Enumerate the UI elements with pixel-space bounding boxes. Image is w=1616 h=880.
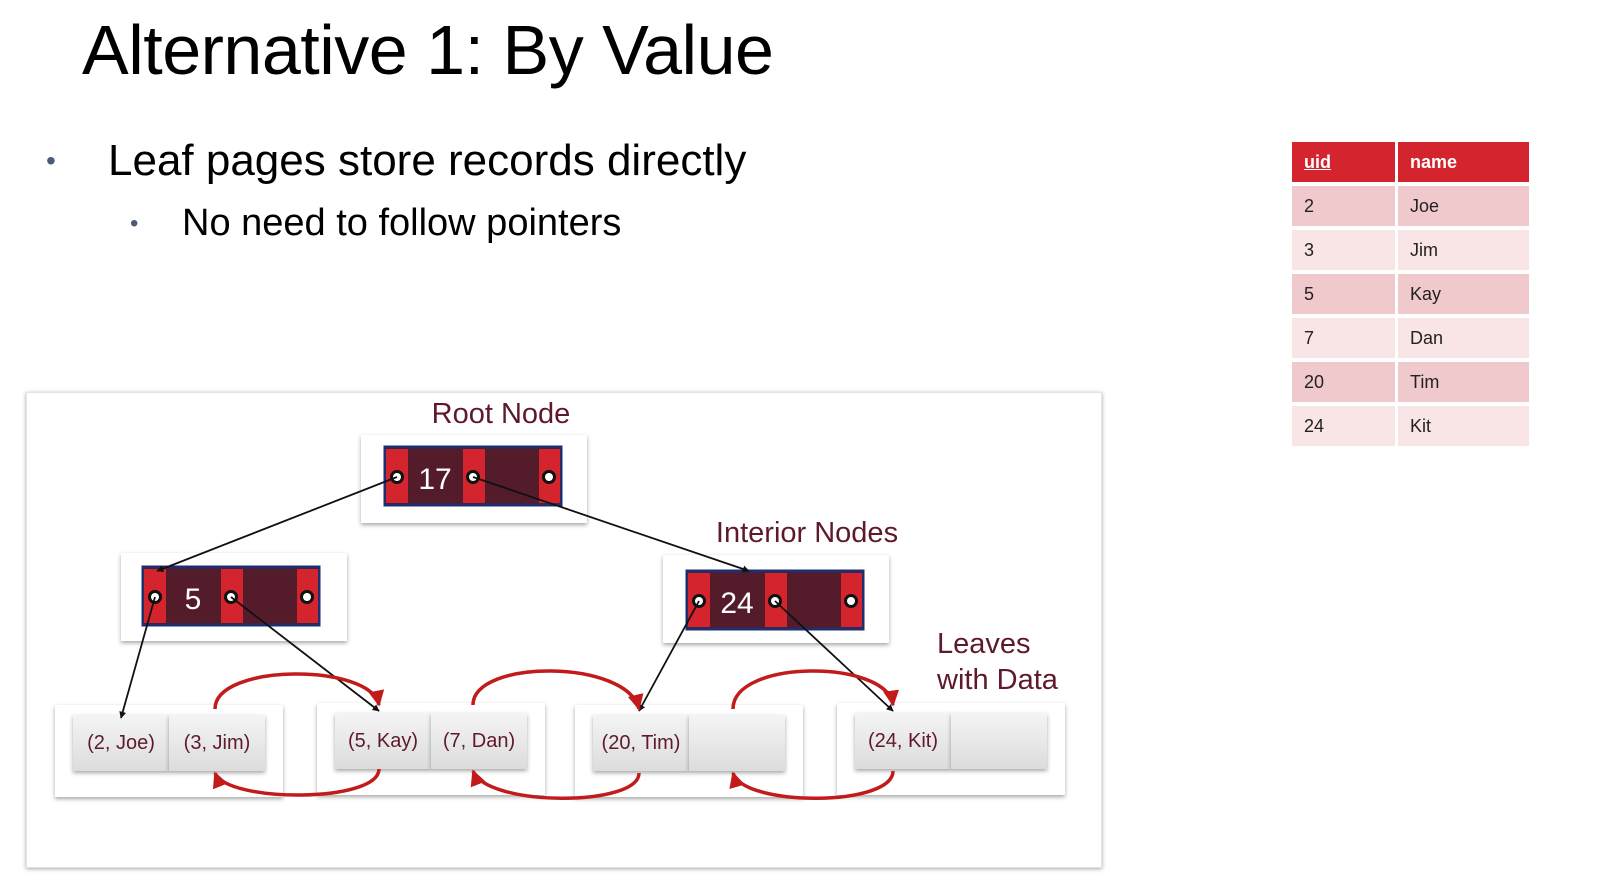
leaf-page: (2, Joe) (3, Jim)	[55, 705, 283, 797]
pointer-icon	[542, 470, 556, 484]
root-node: 17	[383, 445, 563, 507]
interior-node-left: 5	[141, 565, 321, 627]
root-node-label: Root Node	[432, 398, 571, 430]
btree-diagram-panel: Root Node Interior Nodes Leaves with Dat…	[26, 392, 1102, 868]
table-header-row: uid name	[1292, 142, 1529, 182]
cell-uid: 3	[1292, 226, 1395, 270]
cell-name: Tim	[1395, 358, 1529, 402]
table-row: 2 Joe	[1292, 182, 1529, 226]
pointer-arrow	[472, 476, 750, 573]
slide-title: Alternative 1: By Value	[82, 11, 774, 89]
btree-diagram: Root Node Interior Nodes Leaves with Dat…	[55, 398, 1065, 800]
cell-name: Dan	[1395, 314, 1529, 358]
table-row: 3 Jim	[1292, 226, 1529, 270]
table-row: 24 Kit	[1292, 402, 1529, 446]
table-row: 5 Kay	[1292, 270, 1529, 314]
cell-uid: 5	[1292, 270, 1395, 314]
pointer-icon	[300, 590, 314, 604]
leaf-page: (5, Kay) (7, Dan)	[317, 703, 545, 795]
leaf-record: (20, Tim)	[602, 732, 681, 754]
pointer-icon	[844, 594, 858, 608]
leaf-page: (24, Kit)	[837, 703, 1065, 795]
leaf-record: (24, Kit)	[868, 730, 938, 752]
bullet-marker: •	[46, 145, 56, 176]
cell-uid: 24	[1292, 402, 1395, 446]
cell-name: Kay	[1395, 270, 1529, 314]
leaves-label-line2: with Data	[936, 664, 1059, 696]
bullet-text: No need to follow pointers	[182, 202, 622, 244]
leaves-label-line1: Leaves	[937, 628, 1031, 660]
cell-name: Joe	[1395, 182, 1529, 226]
bullet-text: Leaf pages store records directly	[108, 136, 747, 185]
leaf-record: (3, Jim)	[184, 732, 251, 754]
sub-bullet-no-pointers: • No need to follow pointers	[130, 202, 621, 245]
interior-key-right: 24	[720, 587, 753, 620]
cell-name: Kit	[1395, 402, 1529, 446]
cell-name: Jim	[1395, 226, 1529, 270]
interior-node-right: 24	[685, 569, 865, 631]
table-row: 20 Tim	[1292, 358, 1529, 402]
leaf-record: (2, Joe)	[87, 732, 155, 754]
column-header-uid: uid	[1292, 142, 1395, 182]
bullet-marker: •	[130, 209, 139, 237]
leaf-page: (20, Tim)	[575, 705, 803, 797]
leaf-record: (7, Dan)	[443, 730, 515, 752]
pointer-icon	[148, 590, 162, 604]
bullet-leaf-pages: • Leaf pages store records directly	[46, 136, 746, 186]
cell-uid: 7	[1292, 314, 1395, 358]
column-header-name: name	[1395, 142, 1529, 182]
leaf-record: (5, Kay)	[348, 730, 418, 752]
cell-uid: 20	[1292, 358, 1395, 402]
cell-uid: 2	[1292, 182, 1395, 226]
users-table: uid name 2 Joe 3 Jim 5 Kay 7 Dan 20 Tim …	[1292, 142, 1529, 446]
root-key: 17	[418, 463, 451, 496]
interior-nodes-label: Interior Nodes	[716, 517, 898, 549]
table-row: 7 Dan	[1292, 314, 1529, 358]
interior-key-left: 5	[185, 583, 202, 616]
